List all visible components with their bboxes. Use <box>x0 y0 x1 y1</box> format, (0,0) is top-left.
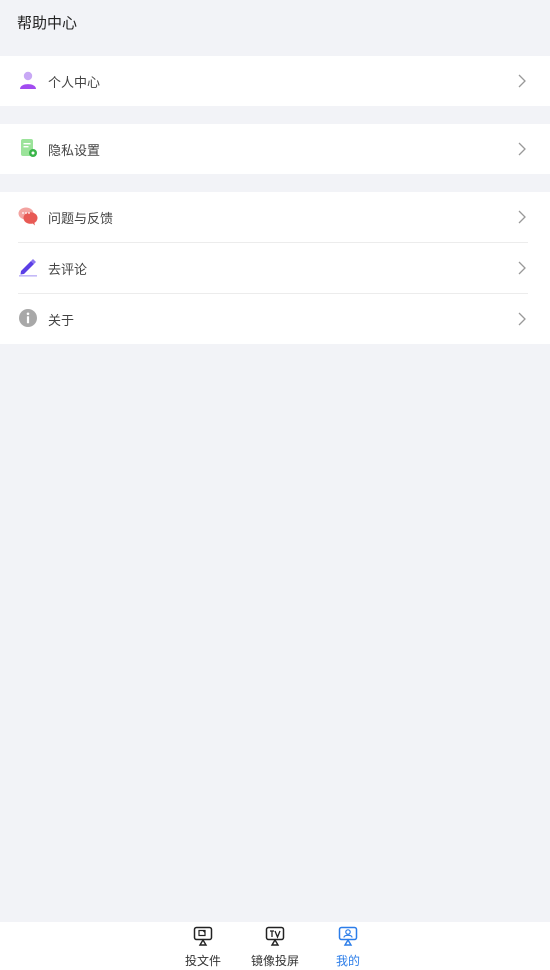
menu-item-label: 隐私设置 <box>48 144 101 159</box>
tab-label: 我的 <box>335 954 360 968</box>
chevron-right-icon <box>516 141 528 156</box>
chevron-right-icon <box>516 73 528 88</box>
chevron-right-icon <box>516 209 528 224</box>
menu-item-feedback[interactable]: 问题与反馈 <box>0 192 550 242</box>
chevron-right-icon <box>516 311 528 326</box>
tab-label: 镜像投屏 <box>250 954 299 968</box>
menu-item-personal-center[interactable]: 个人中心 <box>0 56 550 106</box>
tab-screen-mirror[interactable]: 镜像投屏 <box>240 922 310 970</box>
tab-cast-file[interactable]: 投文件 <box>168 922 238 970</box>
header: 帮助中心 <box>0 0 550 46</box>
page-title: 帮助中心 <box>17 14 78 32</box>
menu-item-review[interactable]: 去评论 <box>0 243 550 293</box>
menu-group-privacy: 隐私设置 <box>0 124 550 174</box>
person-icon <box>18 70 38 90</box>
menu-item-privacy-settings[interactable]: 隐私设置 <box>0 124 550 174</box>
menu-item-label: 去评论 <box>48 263 88 278</box>
tab-label: 投文件 <box>184 954 221 968</box>
menu-group-profile: 个人中心 <box>0 56 550 106</box>
menu-item-label: 个人中心 <box>48 76 101 91</box>
pen-icon <box>18 257 38 277</box>
bottom-tab-bar: 投文件 镜像投屏 我的 <box>0 922 550 970</box>
tab-mine[interactable]: 我的 <box>313 922 383 970</box>
chat-bubbles-icon <box>18 206 38 226</box>
profile-cast-icon <box>337 926 359 946</box>
privacy-doc-icon <box>18 138 38 158</box>
screen-mirror-tv-icon <box>264 926 286 946</box>
menu-group-support: 问题与反馈 去评论 关于 <box>0 192 550 344</box>
menu-item-label: 问题与反馈 <box>48 212 114 227</box>
menu-item-about[interactable]: 关于 <box>0 294 550 344</box>
menu-item-label: 关于 <box>48 314 75 329</box>
cast-file-icon <box>192 926 214 946</box>
chevron-right-icon <box>516 260 528 275</box>
info-icon <box>18 308 38 328</box>
